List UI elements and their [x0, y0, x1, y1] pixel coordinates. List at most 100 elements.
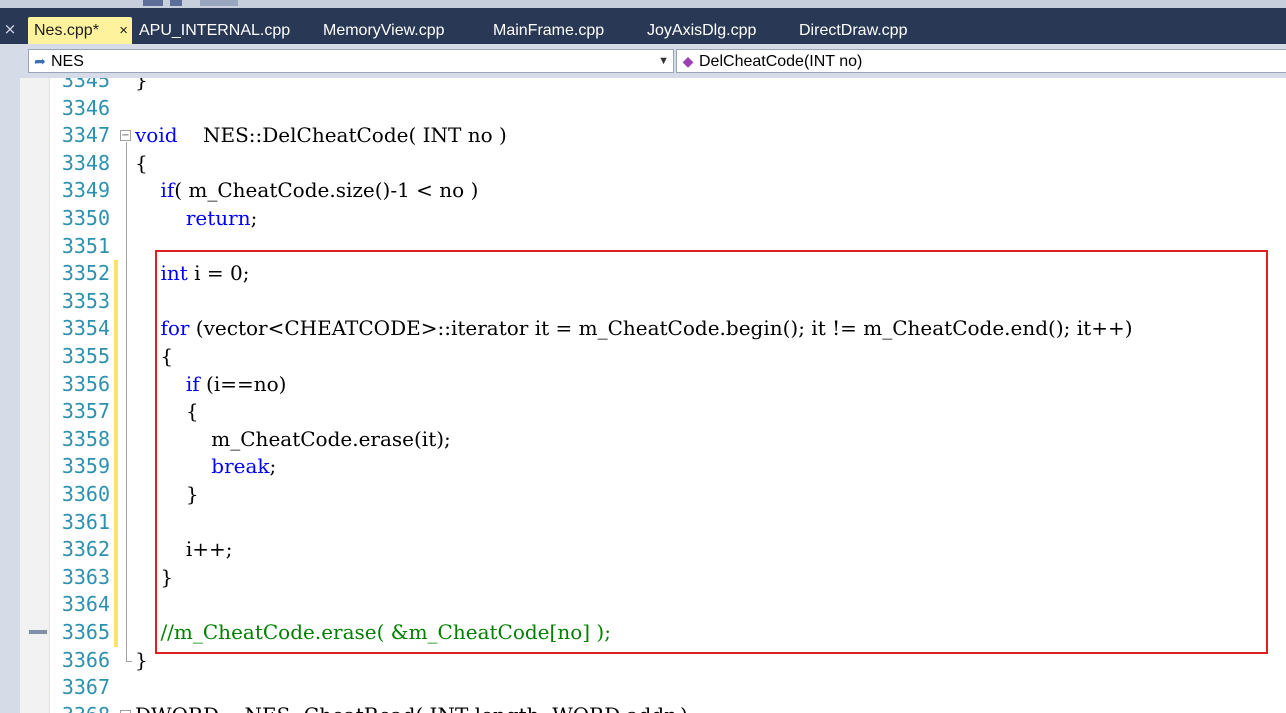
- navigation-bar: ➦ NES ▼ ◆ DelCheatCode(INT no): [0, 44, 1286, 78]
- line-number: 3353: [61, 288, 110, 313]
- code-line[interactable]: 3345}: [20, 78, 1286, 95]
- tab-apu-internal-cpp[interactable]: APU_INTERNAL.cpp: [139, 17, 290, 44]
- code-text: if (i==no): [185, 371, 287, 396]
- outline-guide: [126, 142, 127, 661]
- code-text: {: [135, 150, 148, 175]
- change-indicator: [114, 398, 118, 426]
- tab-label: MemoryView.cpp: [323, 22, 445, 39]
- line-number: 3361: [61, 509, 110, 534]
- code-text: for (vector<CHEATCODE>::iterator it = m_…: [160, 316, 1133, 341]
- change-indicator: [114, 563, 118, 592]
- change-indicator: [114, 343, 118, 371]
- line-number: 3346: [61, 95, 110, 120]
- title-strip: [0, 0, 1286, 8]
- scope-dropdown[interactable]: ➦ NES ▼: [28, 49, 674, 73]
- change-indicator: [114, 425, 118, 454]
- code-line[interactable]: 3351: [20, 233, 1286, 261]
- change-indicator: [114, 315, 118, 343]
- code-line[interactable]: 3346: [20, 95, 1286, 123]
- close-tab-icon[interactable]: ×: [119, 17, 128, 44]
- code-line[interactable]: 3366}: [20, 647, 1286, 675]
- change-indicator: [114, 370, 118, 399]
- code-editor[interactable]: 3345} 3346 3347− void NES::DelCheatCode( IN…: [20, 78, 1286, 713]
- tab-directdraw-cpp[interactable]: DirectDraw.cpp: [799, 17, 907, 44]
- line-number: 3359: [61, 454, 110, 479]
- member-label: DelCheatCode(INT no): [699, 53, 863, 70]
- tab-memoryview-cpp[interactable]: MemoryView.cpp: [323, 17, 445, 44]
- code-line[interactable]: 3360 }: [20, 481, 1286, 509]
- tab-label: MainFrame.cpp: [493, 22, 605, 39]
- code-text: return;: [185, 206, 258, 230]
- code-line[interactable]: 3348 {: [20, 150, 1286, 178]
- code-text: DWORD NES::CheatRead( INT length, WORD a…: [135, 702, 688, 713]
- line-number: 3358: [61, 426, 110, 451]
- code-line[interactable]: 3353: [20, 287, 1286, 316]
- tab-nes-cpp[interactable]: Nes.cpp* ×: [28, 17, 132, 44]
- line-number: 3355: [61, 344, 110, 368]
- code-text: break;: [211, 454, 277, 479]
- line-number: 3367: [61, 675, 110, 700]
- change-indicator: [114, 591, 118, 619]
- change-indicator: [114, 619, 118, 647]
- tab-mainframe-cpp[interactable]: MainFrame.cpp: [493, 17, 604, 44]
- line-number: 3345: [61, 78, 110, 92]
- tab-label: JoyAxisDlg.cpp: [647, 22, 757, 39]
- scope-label: NES: [51, 53, 84, 70]
- code-line[interactable]: 3356 if (i==no): [20, 370, 1286, 399]
- line-number: 3356: [61, 371, 110, 396]
- line-number: 3351: [61, 233, 110, 258]
- tab-label: DirectDraw.cpp: [799, 22, 908, 39]
- line-number: 3354: [61, 316, 110, 341]
- collapse-icon[interactable]: −: [120, 130, 131, 142]
- class-arrow-icon: ➦: [34, 53, 46, 69]
- close-document-icon[interactable]: ×: [0, 16, 20, 42]
- change-indicator: [114, 536, 118, 564]
- code-text: {: [135, 399, 199, 424]
- code-line[interactable]: 3352 int i = 0;: [20, 260, 1286, 288]
- code-line[interactable]: 3363 }: [20, 563, 1286, 592]
- line-number: 3347: [61, 123, 110, 148]
- left-rail: [0, 78, 20, 713]
- method-icon: ◆: [682, 53, 694, 69]
- line-number: 3348: [61, 150, 110, 175]
- code-line[interactable]: 3354 for (vector<CHEATCODE>::iterator it…: [20, 315, 1286, 343]
- code-line[interactable]: 3368−DWORD NES::CheatRead( INT length, W…: [20, 702, 1286, 713]
- title-strip-mark: [143, 0, 163, 6]
- document-tab-bar: × Nes.cpp* × APU_INTERNAL.cpp MemoryView…: [0, 8, 1286, 44]
- code-line[interactable]: 3355 {: [20, 343, 1286, 371]
- line-number: 3362: [61, 537, 110, 562]
- code-line[interactable]: 3367: [20, 674, 1286, 702]
- change-indicator: [114, 287, 118, 316]
- code-text: m_CheatCode.erase(it);: [135, 426, 451, 451]
- tab-label: APU_INTERNAL.cpp: [139, 22, 291, 39]
- member-dropdown[interactable]: ◆ DelCheatCode(INT no): [676, 49, 1286, 73]
- change-indicator: [114, 453, 118, 481]
- code-line[interactable]: 3359 break;: [20, 453, 1286, 481]
- code-line[interactable]: 3347− void NES::DelCheatCode( INT no ): [20, 122, 1286, 150]
- tab-label: Nes.cpp*: [34, 22, 99, 39]
- line-number: 3349: [61, 178, 110, 203]
- code-line[interactable]: 3349 if( m_CheatCode.size()-1 < no ): [20, 177, 1286, 205]
- code-line[interactable]: 3357 {: [20, 398, 1286, 426]
- line-number: 3350: [61, 206, 110, 230]
- code-line[interactable]: 3361: [20, 508, 1286, 537]
- code-line[interactable]: 3362 i++;: [20, 536, 1286, 564]
- code-line[interactable]: 3364: [20, 591, 1286, 619]
- line-number: 3364: [61, 592, 110, 617]
- code-text: i++;: [135, 537, 233, 562]
- code-text: }: [135, 482, 199, 506]
- code-line[interactable]: 3365 //m_CheatCode.erase( &m_CheatCode[n…: [20, 619, 1286, 647]
- change-indicator: [114, 508, 118, 537]
- code-text: }: [135, 564, 174, 589]
- code-text: void NES::DelCheatCode( INT no ): [135, 123, 507, 148]
- code-text: //m_CheatCode.erase( &m_CheatCode[no] );: [160, 620, 611, 644]
- code-line[interactable]: 3350 return;: [20, 205, 1286, 233]
- code-line[interactable]: 3358 m_CheatCode.erase(it);: [20, 425, 1286, 454]
- line-number: 3363: [61, 564, 110, 589]
- title-strip-mark: [200, 0, 238, 6]
- line-number: 3368: [50, 702, 110, 713]
- line-number: 3352: [61, 261, 110, 286]
- chevron-down-icon[interactable]: ▼: [658, 50, 669, 72]
- change-indicator: [114, 260, 118, 288]
- tab-joyaxisdlg-cpp[interactable]: JoyAxisDlg.cpp: [647, 17, 756, 44]
